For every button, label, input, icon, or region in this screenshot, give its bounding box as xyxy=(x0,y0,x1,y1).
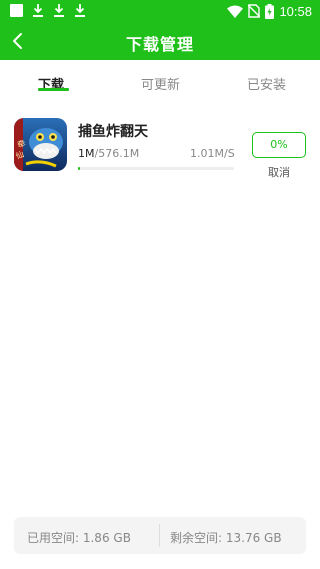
download-speed: 1.01M/S xyxy=(190,147,235,160)
download-icon xyxy=(33,4,43,17)
used-space: 已用空间: 1.86 GB xyxy=(27,531,131,545)
page-title: 下载管理 xyxy=(125,35,194,54)
tab-installed[interactable]: 已安装 xyxy=(247,74,286,93)
download-progress-fill xyxy=(78,167,80,170)
status-time: 10:58 xyxy=(279,3,312,19)
storage-info: 已用空间: 1.86 GB 剩余空间: 13.76 GB xyxy=(14,517,306,554)
app-name: 捕鱼炸翻天 xyxy=(78,124,148,140)
download-percent-button[interactable]: 0% xyxy=(252,132,306,158)
downloaded-size: 1M xyxy=(78,147,95,160)
app-icon: 牵 仙 xyxy=(14,118,67,171)
battery-charging-icon xyxy=(265,3,275,19)
download-icon xyxy=(75,4,85,17)
notification-square-icon xyxy=(10,4,23,17)
tab-bar: 下载 可更新 已安装 xyxy=(0,60,320,104)
tab-updatable[interactable]: 可更新 xyxy=(141,74,180,93)
download-size: 1M/576.1M xyxy=(78,147,139,160)
free-space: 剩余空间: 13.76 GB xyxy=(170,531,282,545)
total-size: /576.1M xyxy=(94,147,140,160)
no-sim-icon xyxy=(248,4,261,18)
title-bar: 下载管理 xyxy=(0,22,320,60)
active-tab-indicator xyxy=(38,88,69,91)
download-icon xyxy=(54,4,64,17)
download-progress-bar xyxy=(78,167,234,170)
download-item[interactable]: 牵 仙 捕鱼炸翻天 1M/576.1M 1.01M/S 0% 取消 xyxy=(0,110,320,180)
storage-divider xyxy=(159,524,160,547)
status-bar: 10:58 xyxy=(0,0,320,22)
wifi-icon xyxy=(227,5,244,18)
cancel-button[interactable]: 取消 xyxy=(268,164,290,180)
